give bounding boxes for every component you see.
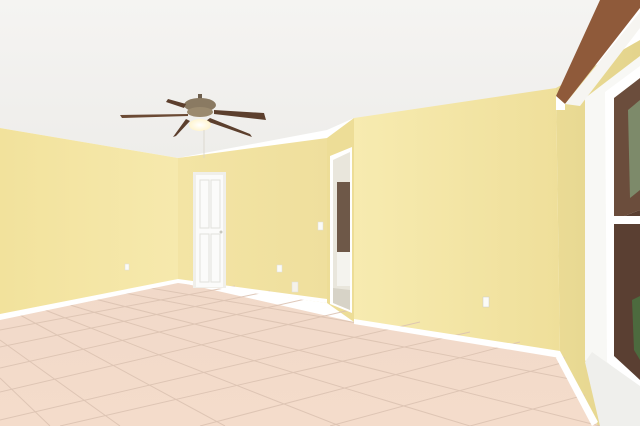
outlet: [482, 296, 490, 308]
outlet: [276, 264, 283, 273]
window[interactable]: [585, 56, 640, 426]
open-doorway[interactable]: [330, 147, 352, 313]
light-switch[interactable]: [317, 221, 324, 231]
right-wall: [354, 88, 560, 356]
room-illustration: [0, 0, 640, 426]
room-photo: [0, 0, 640, 426]
door-knob-icon: [219, 230, 223, 234]
floor-vent: [291, 281, 299, 293]
closet-door[interactable]: [193, 172, 226, 288]
fan-light: [189, 119, 211, 131]
outlet: [124, 263, 130, 271]
